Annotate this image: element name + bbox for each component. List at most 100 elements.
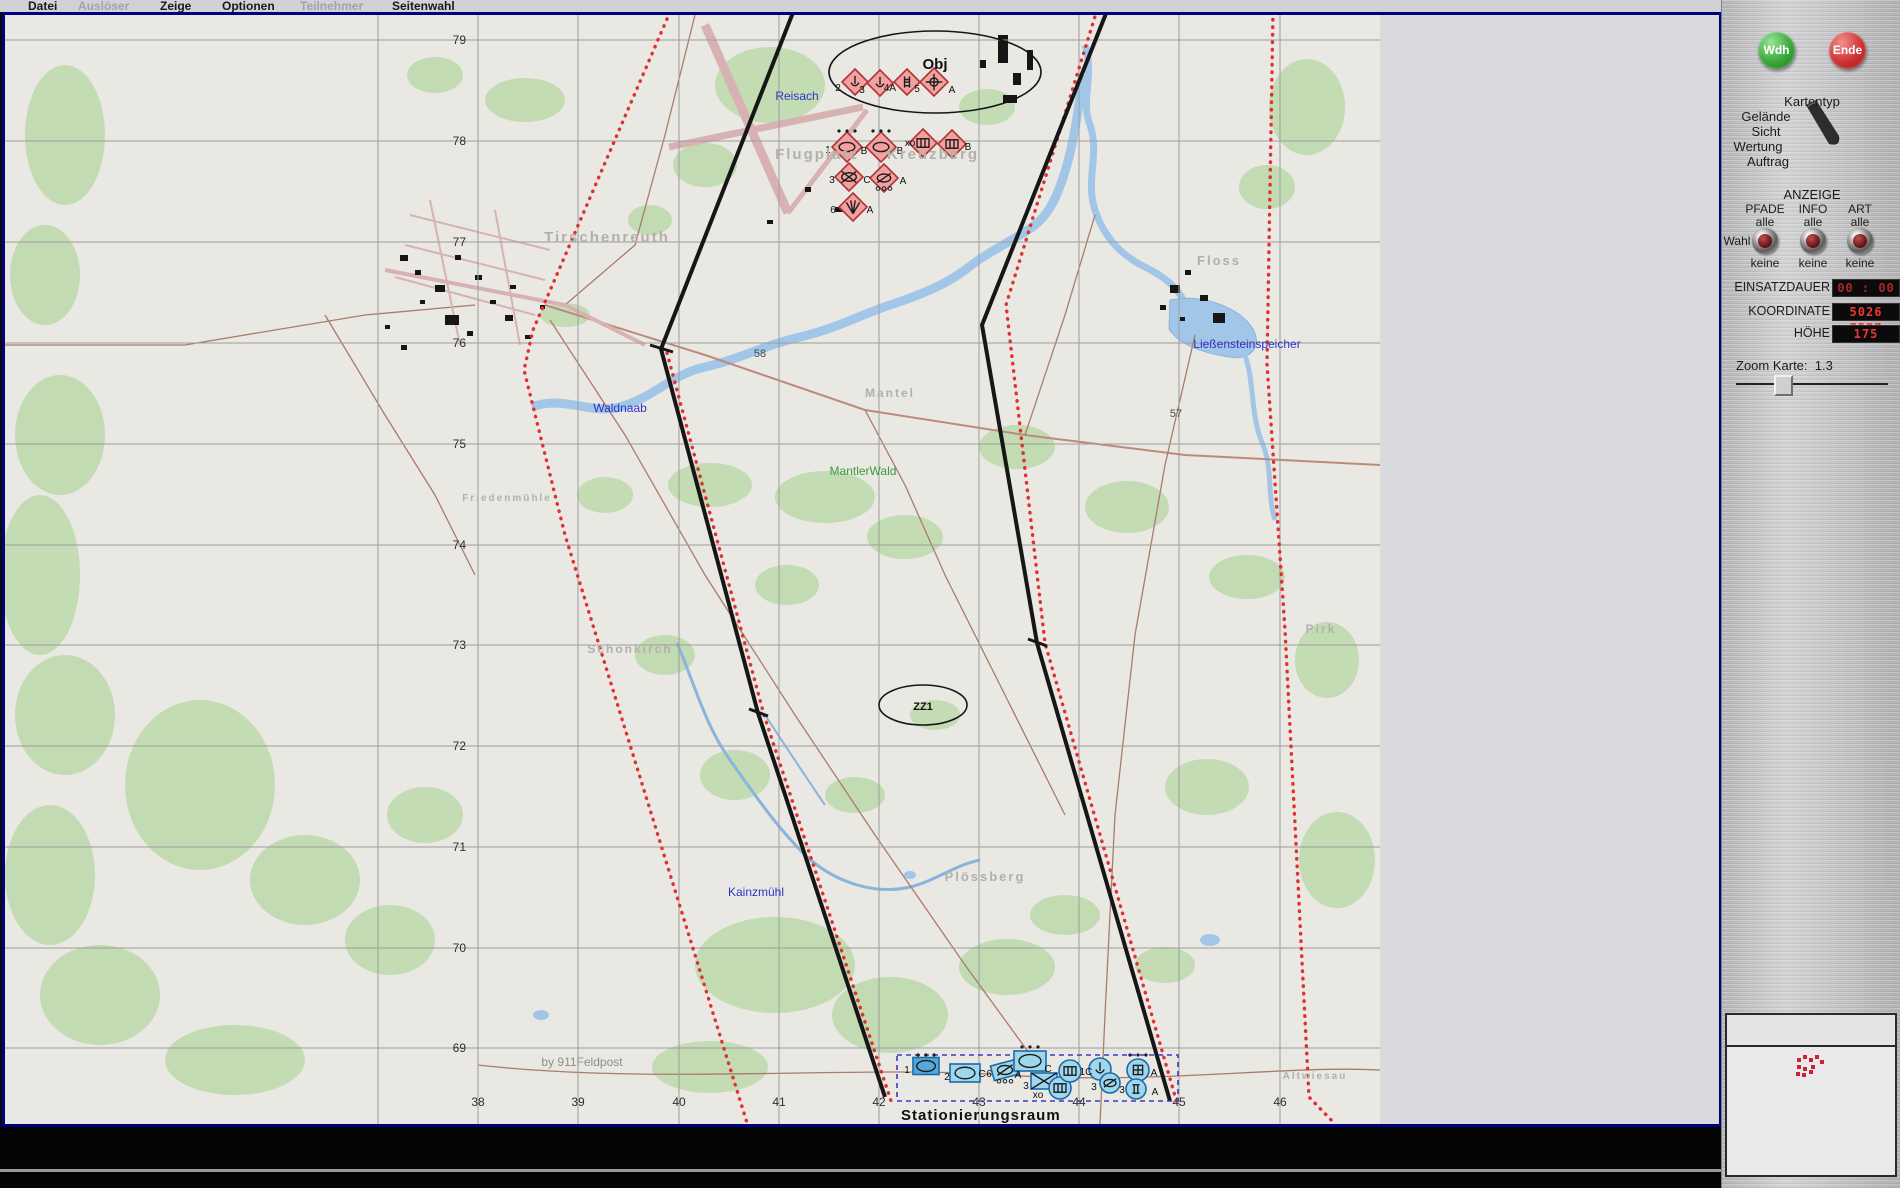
unit-label: A [1015, 1070, 1022, 1081]
minimap-unit-dot [1797, 1058, 1801, 1062]
friendly-unit-symbol[interactable] [1125, 1078, 1147, 1100]
art-knob[interactable] [1847, 228, 1873, 254]
grid-label-y: 78 [453, 134, 467, 148]
unit-label: 2 [944, 1072, 950, 1083]
grid-label-y: 74 [453, 538, 467, 552]
kartentyp-option-wertung[interactable]: Wertung [1710, 139, 1806, 154]
minimap-unit-dot [1796, 1072, 1800, 1076]
zoom-karte-label: Zoom Karte: 1.3 [1736, 358, 1833, 373]
unit-label: 3 [829, 175, 835, 186]
friendly-unit-symbol[interactable] [912, 1056, 940, 1076]
minimap-unit-dot [1802, 1073, 1806, 1077]
einsatzdauer-label: EINSATZDAUER [1734, 280, 1830, 294]
unit-label: 3 [859, 85, 865, 96]
map-label: Stationierungsraum [901, 1107, 1061, 1124]
grid-label-y: 73 [453, 638, 467, 652]
menu-teilnehmer: Teilnehmer [300, 0, 364, 13]
map-canvas[interactable]: 38 39 40 41 42 43 44 45 467978777675747372717069 [5, 15, 1719, 1124]
minimap-unit-dot [1803, 1067, 1807, 1071]
map-label: ZZ1 [913, 701, 933, 713]
map-label: Schönkirch [587, 642, 672, 656]
map-label: Pirk [1306, 622, 1337, 636]
map-label: Obj [923, 56, 948, 73]
grid-label-y: 70 [453, 941, 467, 955]
unit-label: 1 [904, 1065, 910, 1076]
unit-label: A [867, 205, 874, 216]
map-label: Friedenmühle [462, 493, 552, 504]
map-label: Ließensteinspeicher [1193, 337, 1300, 351]
art-keine-label: keine [1845, 256, 1875, 270]
kartentyp-option-auftrag[interactable]: Auftrag [1720, 154, 1816, 169]
grid-label-x: 44 [1072, 1095, 1086, 1109]
map-label: Floss [1197, 253, 1241, 268]
menu-datei[interactable]: Datei [28, 0, 57, 13]
minimap-unit-dot [1803, 1055, 1807, 1059]
grid-label-y: 79 [453, 33, 467, 47]
minimap-header [1727, 1015, 1895, 1047]
map-label: Plössberg [945, 869, 1026, 884]
minimap-unit-dot [1797, 1065, 1801, 1069]
map-label: Kainzmühl [728, 885, 784, 899]
unit-label: 3 [1023, 1081, 1029, 1092]
unit-label: C [1044, 1064, 1051, 1075]
map-label: Reisach [775, 89, 818, 103]
ende-button[interactable]: Ende [1829, 32, 1866, 69]
einsatzdauer-display: 00 : 00 [1832, 279, 1900, 297]
zoom-slider-handle[interactable] [1774, 375, 1793, 396]
zoom-slider-track[interactable] [1736, 383, 1888, 385]
hoehe-label: HÖHE [1793, 326, 1830, 340]
unit-label: 6 [986, 1069, 992, 1080]
menu-optionen[interactable]: Optionen [222, 0, 275, 13]
unit-label: 3 [1119, 1085, 1125, 1096]
kartentyp-option-gelaende[interactable]: Gelände [1718, 109, 1814, 124]
pfade-knob[interactable] [1752, 228, 1778, 254]
map-label: MantlerWald [830, 464, 897, 478]
grid-label-x: 38 [471, 1095, 485, 1109]
grid-label-x: 45 [1172, 1095, 1186, 1109]
anzeige-title: ANZEIGE [1783, 187, 1841, 202]
friendly-unit-symbol[interactable] [1099, 1072, 1121, 1094]
grid-label-y: 72 [453, 739, 467, 753]
menu-zeige[interactable]: Zeige [160, 0, 191, 13]
menu-seitenwahl[interactable]: Seitenwahl [392, 0, 455, 13]
minimap-unit-dot [1809, 1058, 1813, 1062]
koordinate-label: KOORDINATE [1748, 304, 1830, 318]
grid-label-y: 77 [453, 235, 467, 249]
map-window: 38 39 40 41 42 43 44 45 46 79 78 77 76 75 74 73 72 71 70 69 [2, 12, 1722, 1127]
grid-label-x: 46 [1273, 1095, 1287, 1109]
map-label: Mantel [865, 386, 915, 400]
grid-label-y: 71 [453, 840, 467, 854]
grid-label-y: 69 [453, 1041, 467, 1055]
control-panel: Wdh Ende Kartentyp Gelände Sicht Wertung… [1721, 0, 1900, 1188]
map-label: Flugplatz [775, 146, 859, 163]
wdh-button[interactable]: Wdh [1758, 32, 1795, 69]
unit-label: A [900, 176, 907, 187]
minimap-unit-dot [1809, 1070, 1813, 1074]
overview-minimap[interactable] [1725, 1013, 1897, 1177]
menu-bar: Datei Auslöser Zeige Optionen Teilnehmer… [0, 0, 1722, 13]
unit-label: B [861, 146, 868, 157]
map-label: Altwiesau [1283, 1071, 1348, 1082]
map-label: Kreuzberg [887, 146, 979, 163]
friendly-unit-symbol[interactable] [1058, 1059, 1082, 1083]
art-alle-label: alle [1850, 215, 1870, 229]
info-knob[interactable] [1800, 228, 1826, 254]
unit-label: 4A [884, 83, 897, 94]
unit-label: 6 [830, 205, 836, 216]
unit-label: A [1151, 1068, 1158, 1079]
friendly-unit-symbol[interactable] [1013, 1050, 1047, 1072]
friendly-unit-symbol[interactable] [949, 1063, 981, 1083]
minimap-unit-dot [1820, 1060, 1824, 1064]
map-label: Tirschenreuth [544, 229, 670, 246]
bottom-bar [0, 1127, 1722, 1188]
unit-label: C [863, 175, 870, 186]
kartentyp-selector-knob[interactable] [1802, 98, 1850, 150]
grid-label-x: 39 [571, 1095, 585, 1109]
map-label: 57 [1170, 408, 1182, 420]
map-label: by 911Feldpost [541, 1055, 623, 1069]
unit-label: C [978, 1069, 985, 1080]
friendly-unit-symbol[interactable] [1126, 1058, 1150, 1082]
minimap-unit-dot [1811, 1065, 1815, 1069]
map-label: Waldnaab [593, 401, 647, 415]
kartentyp-option-sicht[interactable]: Sicht [1718, 124, 1814, 139]
